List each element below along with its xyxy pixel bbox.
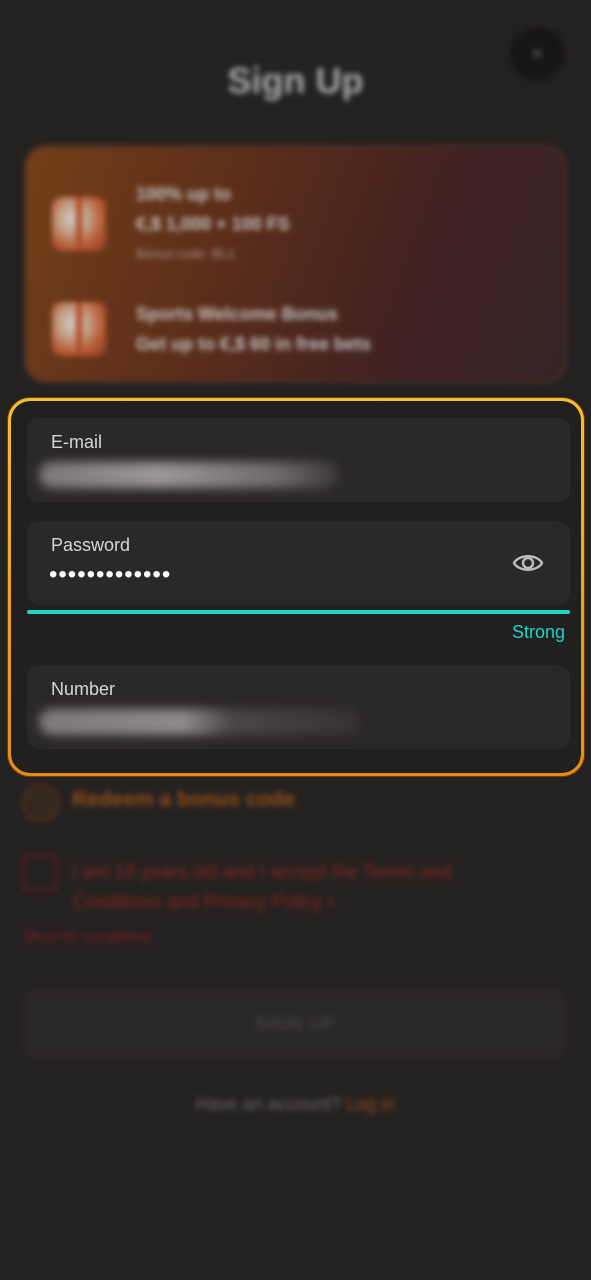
password-strength-label: Strong	[511, 622, 565, 642]
number-label: Number	[51, 679, 116, 699]
phone-number-field[interactable]: Number	[27, 665, 570, 749]
gift-icon	[52, 197, 106, 251]
bonus-line: €,$ 1,000 + 100 FS	[136, 214, 290, 234]
password-label: Password	[51, 535, 131, 555]
bonus-line: Sports Welcome Bonus	[136, 304, 338, 324]
have-account-text: Have an account?	[195, 1094, 342, 1114]
signup-form-panel: E-mail Password ••••••••••••• Strong Num…	[8, 398, 584, 776]
bonus-card: 100% up to €,$ 1,000 + 100 FS Bonus code…	[24, 145, 567, 383]
terms-text[interactable]: I am 18 years old and I accept the Terms…	[72, 858, 542, 918]
redeem-toggle[interactable]	[22, 784, 60, 822]
password-field[interactable]: Password •••••••••••••	[27, 521, 570, 605]
login-link[interactable]: Log in	[346, 1094, 395, 1114]
password-value: •••••••••••••	[49, 561, 172, 588]
number-value-redacted	[39, 709, 359, 735]
terms-chevron: ›	[322, 892, 334, 913]
signup-button[interactable]: SIGN UP	[24, 988, 567, 1060]
password-strength-bar	[27, 610, 570, 614]
bonus-code: Bonus code: BL1	[136, 246, 236, 261]
terms-label: I am 18 years old and I accept the Terms…	[72, 862, 452, 913]
eye-icon[interactable]	[512, 548, 544, 578]
terms-checkbox[interactable]	[22, 855, 58, 891]
email-field[interactable]: E-mail	[27, 418, 570, 502]
page-title: Sign Up	[227, 60, 364, 101]
login-prompt: Have an account? Log in	[0, 1094, 591, 1115]
gift-icon	[52, 302, 106, 356]
bonus-line: Get up to €,$ 60 in free bets	[136, 334, 372, 354]
bonus-line: 100% up to	[136, 184, 232, 204]
signup-page: × Sign Up 100% up to €,$ 1,000 + 100 FS …	[0, 0, 591, 1280]
redeem-bonus-link[interactable]: Redeem a bonus code	[72, 788, 295, 812]
bonus-item-sports: Sports Welcome Bonus Get up to €,$ 60 in…	[52, 299, 371, 359]
email-label: E-mail	[51, 432, 103, 452]
error-message: Must be completed	[24, 928, 151, 945]
email-value-redacted	[39, 462, 339, 488]
bonus-item-casino: 100% up to €,$ 1,000 + 100 FS Bonus code…	[52, 179, 290, 269]
